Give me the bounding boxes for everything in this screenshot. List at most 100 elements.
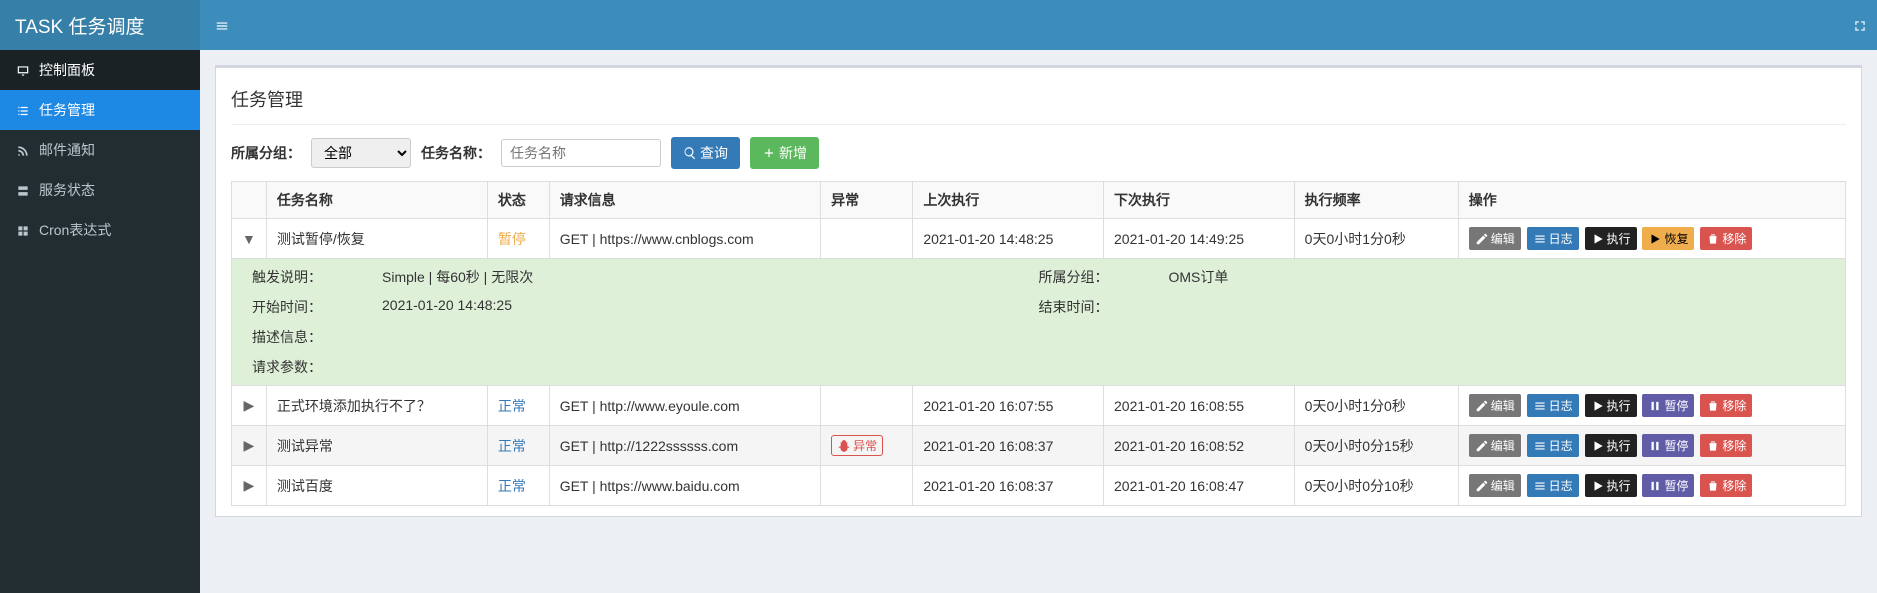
- hamburger-icon: [215, 19, 229, 33]
- detail-start-label: 开始时间：: [252, 297, 382, 317]
- sidebar-item-tasks[interactable]: 任务管理: [0, 90, 200, 130]
- detail-group-label: 所属分组：: [1039, 267, 1169, 287]
- exec-button[interactable]: 执行: [1585, 434, 1637, 457]
- sidebar-header-label: 控制面板: [39, 60, 95, 80]
- query-button[interactable]: 查询: [671, 137, 740, 169]
- edit-button[interactable]: 编辑: [1469, 474, 1521, 497]
- detail-end: [1169, 297, 1826, 317]
- cell-last: 2021-01-20 16:08:37: [913, 466, 1104, 506]
- edit-button[interactable]: 编辑: [1469, 227, 1521, 250]
- delete-button[interactable]: 移除: [1700, 474, 1752, 497]
- task-table: 任务名称 状态 请求信息 异常 上次执行 下次执行 执行频率 操作 ▼ 测试暂停…: [231, 181, 1846, 506]
- cell-actions: 编辑 日志 执行 暂停 移除: [1458, 426, 1845, 466]
- cell-status: 正常: [487, 466, 549, 506]
- cell-name: 正式环境添加执行不了？: [266, 386, 487, 426]
- detail-trigger: Simple | 每60秒 | 无限次: [382, 267, 1039, 287]
- log-button[interactable]: 日志: [1527, 227, 1579, 250]
- cell-error: [821, 466, 913, 506]
- cell-status: 暂停: [487, 219, 549, 259]
- col-error: 异常: [821, 182, 913, 219]
- detail-param: [382, 357, 1039, 377]
- group-select[interactable]: 全部: [311, 138, 411, 168]
- expand-icon[interactable]: [1853, 17, 1867, 33]
- exec-button[interactable]: 执行: [1585, 394, 1637, 417]
- delete-button[interactable]: 移除: [1700, 394, 1752, 417]
- cell-request: GET | http://www.eyoule.com: [549, 386, 820, 426]
- list-icon: [15, 102, 31, 118]
- cell-next: 2021-01-20 16:08:52: [1104, 426, 1295, 466]
- log-button[interactable]: 日志: [1527, 434, 1579, 457]
- resume-button[interactable]: 恢复: [1642, 227, 1694, 250]
- app-logo: TASK 任务调度: [0, 0, 200, 50]
- content-area: 任务管理 所属分组： 全部 任务名称： 查询 新增: [200, 50, 1877, 593]
- error-badge: 异常: [831, 435, 883, 456]
- cell-request: GET | https://www.cnblogs.com: [549, 219, 820, 259]
- pause-button[interactable]: 暂停: [1642, 394, 1694, 417]
- cell-actions: 编辑 日志 执行 恢复 移除: [1458, 219, 1845, 259]
- col-name: 任务名称: [266, 182, 487, 219]
- edit-button[interactable]: 编辑: [1469, 394, 1521, 417]
- cell-error: [821, 219, 913, 259]
- sidebar-item-cron[interactable]: Cron表达式: [0, 210, 200, 250]
- page-title: 任务管理: [231, 78, 1846, 125]
- col-last: 上次执行: [913, 182, 1104, 219]
- sidebar-item-mail[interactable]: 邮件通知: [0, 130, 200, 170]
- taskname-input[interactable]: [501, 139, 661, 167]
- edit-button[interactable]: 编辑: [1469, 434, 1521, 457]
- expand-toggle[interactable]: ▼: [232, 219, 267, 259]
- topbar: TASK 任务调度: [0, 0, 1877, 50]
- sidebar-item-label: Cron表达式: [39, 220, 111, 240]
- col-status: 状态: [487, 182, 549, 219]
- taskname-label: 任务名称：: [421, 143, 491, 163]
- cell-name: 测试暂停/恢复: [266, 219, 487, 259]
- sidebar-item-label: 服务状态: [39, 180, 95, 200]
- table-row: ▼ 测试暂停/恢复 暂停 GET | https://www.cnblogs.c…: [232, 219, 1846, 259]
- topbar-right: [244, 17, 1877, 33]
- delete-button[interactable]: 移除: [1700, 227, 1752, 250]
- cell-status: 正常: [487, 386, 549, 426]
- cell-last: 2021-01-20 14:48:25: [913, 219, 1104, 259]
- cell-status: 正常: [487, 426, 549, 466]
- expand-toggle[interactable]: ▶: [232, 386, 267, 426]
- detail-start: 2021-01-20 14:48:25: [382, 297, 1039, 317]
- grid-icon: [15, 222, 31, 238]
- sidebar-item-label: 邮件通知: [39, 140, 95, 160]
- expand-toggle[interactable]: ▶: [232, 426, 267, 466]
- cell-name: 测试百度: [266, 466, 487, 506]
- cell-actions: 编辑 日志 执行 暂停 移除: [1458, 386, 1845, 426]
- pause-button[interactable]: 暂停: [1642, 474, 1694, 497]
- exec-button[interactable]: 执行: [1585, 474, 1637, 497]
- col-request: 请求信息: [549, 182, 820, 219]
- menu-toggle-button[interactable]: [200, 15, 244, 36]
- cell-name: 测试异常: [266, 426, 487, 466]
- sidebar-header: 控制面板: [0, 50, 200, 90]
- cell-last: 2021-01-20 16:07:55: [913, 386, 1104, 426]
- detail-row: 触发说明： Simple | 每60秒 | 无限次 所属分组： OMS订单 开始…: [232, 259, 1846, 386]
- sidebar: 控制面板 任务管理 邮件通知 服务状态 Cron表达式: [0, 50, 200, 593]
- add-button[interactable]: 新增: [750, 137, 819, 169]
- cell-next: 2021-01-20 16:08:47: [1104, 466, 1295, 506]
- cell-request: GET | http://1222ssssss.com: [549, 426, 820, 466]
- detail-param-label: 请求参数：: [252, 357, 382, 377]
- detail-group: OMS订单: [1169, 267, 1826, 287]
- cell-error: [821, 386, 913, 426]
- cell-error: 异常: [821, 426, 913, 466]
- cell-freq: 0天0小时0分15秒: [1294, 426, 1458, 466]
- pause-button[interactable]: 暂停: [1642, 434, 1694, 457]
- detail-desc: [382, 327, 1039, 347]
- log-button[interactable]: 日志: [1527, 474, 1579, 497]
- server-icon: [15, 182, 31, 198]
- exec-button[interactable]: 执行: [1585, 227, 1637, 250]
- group-label: 所属分组：: [231, 143, 301, 163]
- table-row: ▶ 测试百度 正常 GET | https://www.baidu.com 20…: [232, 466, 1846, 506]
- cell-next: 2021-01-20 14:49:25: [1104, 219, 1295, 259]
- log-button[interactable]: 日志: [1527, 394, 1579, 417]
- monitor-icon: [15, 62, 31, 78]
- filter-bar: 所属分组： 全部 任务名称： 查询 新增: [231, 137, 1846, 169]
- detail-desc-label: 描述信息：: [252, 327, 382, 347]
- expand-toggle[interactable]: ▶: [232, 466, 267, 506]
- detail-end-label: 结束时间：: [1039, 297, 1169, 317]
- search-icon: [683, 146, 697, 160]
- sidebar-item-service[interactable]: 服务状态: [0, 170, 200, 210]
- delete-button[interactable]: 移除: [1700, 434, 1752, 457]
